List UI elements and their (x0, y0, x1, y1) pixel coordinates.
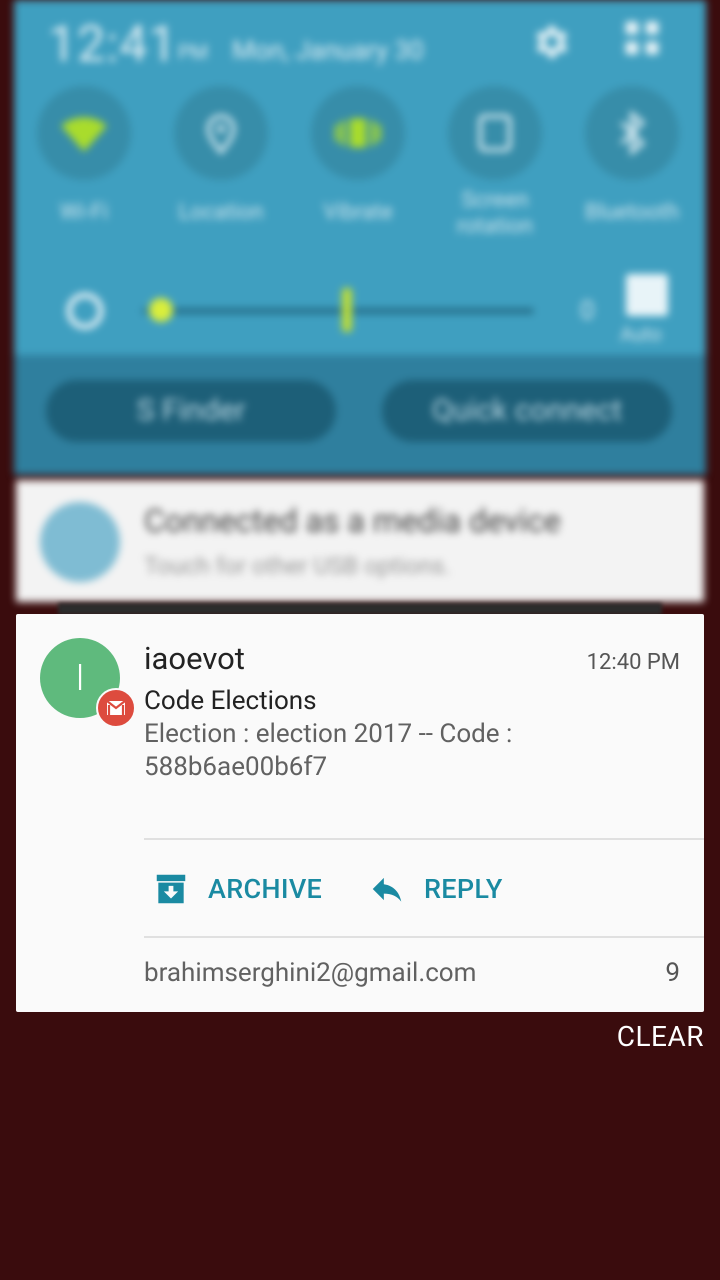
divider (144, 936, 704, 938)
status-time: 12:41 (48, 16, 178, 74)
toggle-screen-rotation[interactable]: Screen rotation (447, 86, 543, 240)
unread-count: 9 (665, 958, 680, 988)
status-date: Mon, January 30 (232, 36, 424, 66)
gmail-notification-card[interactable]: I iaoevot 12:40 PM Code Elections Electi… (16, 614, 704, 1012)
reply-button[interactable]: REPLY (368, 866, 503, 912)
s-finder-button[interactable]: S Finder (46, 380, 336, 442)
s-finder-label: S Finder (136, 393, 246, 428)
location-toggle-circle (174, 86, 268, 180)
vibrate-label: Vibrate (323, 200, 393, 225)
reply-icon (372, 877, 402, 902)
status-ampm: PM (178, 40, 209, 64)
location-label: Location (178, 200, 264, 225)
toggle-vibrate[interactable]: Vibrate (310, 86, 406, 226)
wifi-toggle-circle (37, 86, 131, 180)
brightness-slider-thumb[interactable] (149, 298, 173, 322)
divider (144, 838, 704, 840)
gmail-icon (96, 688, 136, 728)
brightness-icon (66, 292, 104, 330)
wifi-label: Wi-Fi (59, 200, 109, 225)
notification-time: 12:40 PM (586, 650, 680, 675)
archive-label: ARCHIVE (208, 873, 323, 905)
email-subject: Code Elections (144, 686, 317, 716)
sender-name: iaoevot (144, 640, 245, 677)
archive-icon (156, 874, 186, 904)
rotation-toggle-circle (448, 86, 542, 180)
bluetooth-icon (620, 109, 646, 157)
auto-brightness-checkbox[interactable] (626, 274, 668, 316)
gmail-envelope-icon (106, 700, 126, 715)
brightness-slider-track[interactable] (142, 308, 534, 314)
toggle-bluetooth[interactable]: Bluetooth (584, 86, 680, 226)
archive-button[interactable]: ARCHIVE (152, 866, 322, 912)
settings-gear-icon[interactable] (528, 20, 572, 64)
vibrate-toggle-circle (311, 86, 405, 180)
clear-notifications-button[interactable]: CLEAR (617, 1020, 704, 1053)
quick-connect-button[interactable]: Quick connect (382, 380, 672, 442)
brightness-level: 0 (580, 296, 595, 326)
usb-notification-title: Connected as a media device (144, 502, 561, 540)
usb-notification-card[interactable]: Connected as a media device Touch for ot… (16, 480, 704, 602)
location-icon (206, 114, 236, 155)
quick-settings-panel: 12:41 PM Mon, January 30 Wi-Fi Location (14, 0, 706, 475)
rotation-label: Screen rotation (456, 188, 534, 239)
auto-brightness-label: Auto (620, 322, 662, 346)
toggle-wifi[interactable]: Wi-Fi (36, 86, 132, 226)
toggle-location[interactable]: Location (173, 86, 269, 226)
reply-label: REPLY (424, 873, 503, 905)
quick-connect-label: Quick connect (431, 393, 623, 428)
bluetooth-label: Bluetooth (584, 200, 680, 225)
grid-menu-icon[interactable] (620, 16, 664, 60)
usb-notification-subtitle: Touch for other USB options. (144, 552, 451, 580)
usb-icon (40, 502, 120, 582)
account-email: brahimserghini2@gmail.com (144, 958, 477, 988)
email-body: Election : election 2017 -- Code : 588b6… (144, 719, 513, 782)
vibrate-icon (335, 118, 381, 148)
bluetooth-toggle-circle (585, 86, 679, 180)
brightness-slider-marker (342, 288, 352, 332)
rotation-icon (478, 114, 512, 152)
wifi-icon (61, 117, 107, 152)
